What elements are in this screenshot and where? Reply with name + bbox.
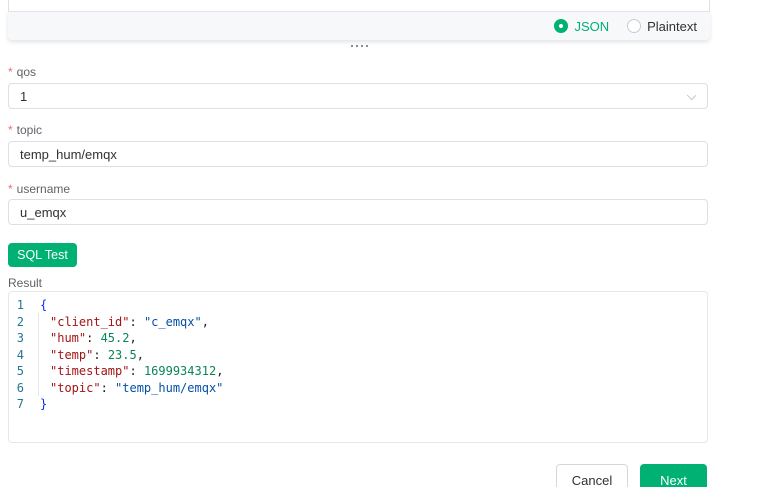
- username-field: [8, 199, 708, 225]
- code-line-content: "client_id": "c_emqx",: [50, 314, 209, 329]
- code-line: 7}: [9, 396, 707, 413]
- code-line-content: {: [40, 298, 48, 312]
- radio-selected-icon: [554, 19, 569, 33]
- code-line: 4 "temp": 23.5,: [9, 347, 707, 364]
- line-number: 5: [16, 364, 24, 378]
- field-label-username: * username: [8, 181, 70, 196]
- resize-handle-dots-icon: [360, 45, 363, 47]
- code-line-content: "hum": 45.2,: [50, 331, 137, 345]
- field-label-topic: * topic: [8, 122, 42, 137]
- resize-handle-dots-icon: [350, 45, 353, 47]
- radio-plaintext-label: Plaintext: [647, 18, 697, 34]
- qos-label-text: qos: [16, 64, 37, 79]
- required-asterisk: *: [8, 122, 13, 137]
- sql-test-button[interactable]: SQL Test: [8, 243, 77, 267]
- resize-handle[interactable]: [347, 42, 371, 50]
- qos-value-input[interactable]: [8, 83, 708, 109]
- code-line-content: }: [40, 397, 48, 411]
- topic-label-text: topic: [16, 122, 43, 137]
- result-code-editor[interactable]: 1{2 "client_id": "c_emqx", 3 "hum": 45.2, 4 "…: [8, 291, 708, 443]
- result-code: 1{2 "client_id": "c_emqx", 3 "hum": 45.2, 4 "…: [9, 297, 707, 413]
- payload-editor-bottom[interactable]: [8, 0, 710, 12]
- radio-option-json[interactable]: JSON: [554, 19, 609, 34]
- line-number: 7: [16, 397, 24, 411]
- qos-select[interactable]: [8, 83, 708, 109]
- payload-format-toolbar: JSON Plaintext: [8, 12, 710, 40]
- code-line-content: "temp": 23.5,: [50, 347, 144, 362]
- code-line: 3 "hum": 45.2,: [9, 330, 707, 347]
- code-line: 5 "timestamp": 1699934312,: [9, 363, 707, 380]
- result-label: Result: [8, 276, 43, 290]
- required-asterisk: *: [8, 181, 13, 196]
- code-line: 6 "topic": "temp_hum/emqx": [9, 380, 707, 397]
- resize-handle-dots-icon: [365, 45, 368, 47]
- code-line: 1{: [9, 297, 707, 314]
- radio-json-label: JSON: [574, 18, 610, 34]
- radio-unselected-icon: [627, 19, 642, 33]
- line-number: 3: [16, 331, 24, 345]
- code-line-content: "timestamp": 1699934312,: [50, 364, 224, 378]
- payload-editor-panel: JSON Plaintext: [8, 0, 710, 40]
- line-number: 4: [16, 347, 24, 362]
- indent-guide: [38, 313, 39, 396]
- topic-input[interactable]: [8, 141, 708, 167]
- line-number: 1: [16, 298, 24, 312]
- username-label-text: username: [16, 181, 71, 196]
- field-label-qos: * qos: [8, 64, 36, 79]
- cancel-button[interactable]: Cancel: [556, 464, 628, 487]
- topic-field: [8, 141, 708, 167]
- code-line-content: "topic": "temp_hum/emqx": [50, 380, 224, 395]
- radio-option-plaintext[interactable]: Plaintext: [627, 19, 697, 34]
- next-button[interactable]: Next: [640, 464, 707, 487]
- code-line: 2 "client_id": "c_emqx",: [9, 314, 707, 331]
- username-input[interactable]: [8, 199, 708, 225]
- line-number: 2: [16, 314, 24, 329]
- required-asterisk: *: [8, 64, 13, 79]
- line-number: 6: [16, 380, 24, 395]
- resize-handle-dots-icon: [355, 45, 358, 47]
